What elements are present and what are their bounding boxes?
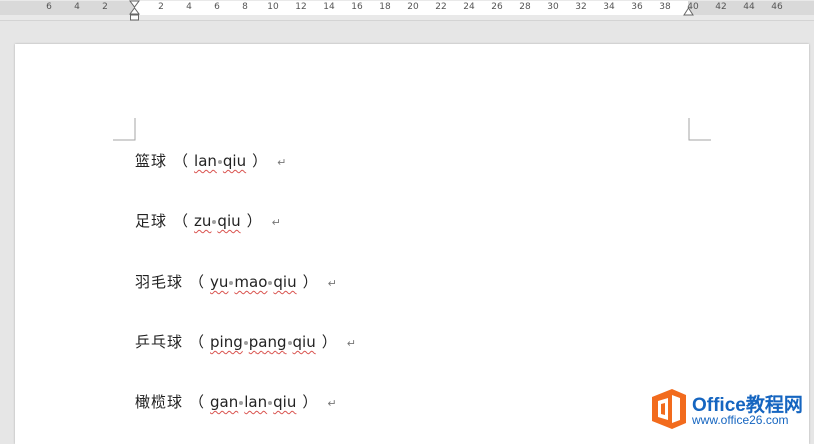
ruler-tick-label: 4	[186, 2, 192, 12]
office-logo-icon	[652, 389, 686, 429]
paragraph[interactable]: 足球 （ zu qiu ） ↵	[135, 211, 281, 233]
ruler-tick-label: 26	[491, 2, 503, 12]
ruler-tick-label: 24	[463, 2, 475, 12]
ruler-tick-label: 16	[351, 2, 363, 12]
horizontal-ruler[interactable]: 6 4 2 2 4 6 8 10 12 14 16 18 20 22 24 26 28 30 32 34 36 38 40 4…	[0, 0, 814, 21]
close-paren: ）	[252, 152, 268, 170]
paragraph-mark-icon: ↵	[346, 337, 356, 350]
ruler-tick-label: 38	[659, 2, 671, 12]
pinyin-word: qiu	[292, 333, 316, 351]
pinyin-word: qiu	[273, 273, 297, 291]
pinyin-word: lan	[244, 393, 268, 411]
space-mark	[268, 280, 273, 285]
pinyin-word: gan	[210, 393, 239, 411]
paragraph-mark-icon: ↵	[327, 397, 337, 410]
ruler-tick-label: 14	[323, 2, 335, 12]
close-paren: ）	[302, 273, 318, 291]
ruler-tick-label: 10	[267, 2, 279, 12]
pinyin-word: yu	[210, 273, 229, 291]
open-paren: （	[173, 212, 189, 230]
ruler-tick-label: 18	[379, 2, 391, 12]
ruler-tick-label: 44	[743, 2, 755, 12]
ruler-tick-label: 42	[715, 2, 727, 12]
ruler-tick-label: 36	[631, 2, 643, 12]
ruler-tick-label: 6	[214, 2, 220, 12]
pinyin-word: pang	[248, 333, 287, 351]
space-mark	[243, 340, 248, 345]
right-indent-marker[interactable]	[683, 6, 694, 16]
open-paren: （	[189, 333, 205, 351]
hanzi-text: 橄榄球	[135, 393, 184, 411]
pinyin-word: lan	[194, 152, 217, 170]
hanzi-text: 羽毛球	[135, 273, 184, 291]
open-paren: （	[189, 273, 205, 291]
close-paren: ）	[321, 333, 337, 351]
pinyin-word: mao	[234, 273, 268, 291]
close-paren: ）	[302, 393, 318, 411]
ruler-tick-label: 28	[519, 2, 531, 12]
margin-corner-top-right	[688, 118, 711, 141]
ruler-tick-label: 6	[46, 2, 52, 12]
pinyin-word: zu	[194, 212, 212, 230]
margin-corner-top-left	[113, 118, 136, 141]
watermark-url: www.office26.com	[692, 413, 789, 427]
close-paren: ）	[246, 212, 262, 230]
hanzi-text: 足球	[135, 212, 168, 230]
ruler-tick-label: 2	[158, 2, 164, 12]
ruler-tick-label: 12	[295, 2, 307, 12]
paragraph-mark-icon: ↵	[271, 216, 281, 229]
space-mark	[212, 219, 217, 224]
paragraph[interactable]: 乒乓球 （ ping pang qiu ） ↵	[135, 332, 356, 354]
office26-watermark: Office教程网 www.office26.com	[648, 384, 814, 435]
ruler-tick-label: 4	[74, 2, 80, 12]
paragraph[interactable]: 羽毛球 （ yu mao qiu ） ↵	[135, 272, 337, 294]
paragraph-mark-icon: ↵	[327, 277, 337, 290]
open-paren: （	[189, 393, 205, 411]
space-mark	[229, 280, 234, 285]
paragraph[interactable]: 橄榄球 （ gan lan qiu ） ↵	[135, 392, 337, 414]
ruler-tick-label: 2	[102, 2, 108, 12]
pinyin-word: qiu	[273, 393, 297, 411]
ruler-tick-label: 34	[603, 2, 615, 12]
paragraph-mark-icon: ↵	[277, 156, 287, 169]
pinyin-word: qiu	[222, 152, 247, 170]
first-line-indent-marker[interactable]	[129, 0, 140, 22]
ruler-tick-label: 22	[435, 2, 447, 12]
hanzi-text: 篮球	[135, 152, 168, 170]
space-mark	[287, 340, 292, 345]
space-mark	[268, 400, 273, 405]
ruler-tick-label: 32	[575, 2, 587, 12]
open-paren: （	[173, 152, 189, 170]
pinyin-word: qiu	[217, 212, 241, 230]
space-mark	[239, 400, 244, 405]
pinyin-word: ping	[210, 333, 243, 351]
paragraph[interactable]: 篮球 （ lan qiu ） ↵	[135, 151, 286, 173]
space-mark	[217, 159, 222, 164]
ruler-tick-label: 46	[771, 2, 783, 12]
hanzi-text: 乒乓球	[135, 333, 184, 351]
ruler-tick-label: 8	[242, 2, 248, 12]
ruler-tick-label: 30	[547, 2, 559, 12]
ruler-margin-left	[0, 1, 134, 15]
ruler-tick-label: 20	[407, 2, 419, 12]
